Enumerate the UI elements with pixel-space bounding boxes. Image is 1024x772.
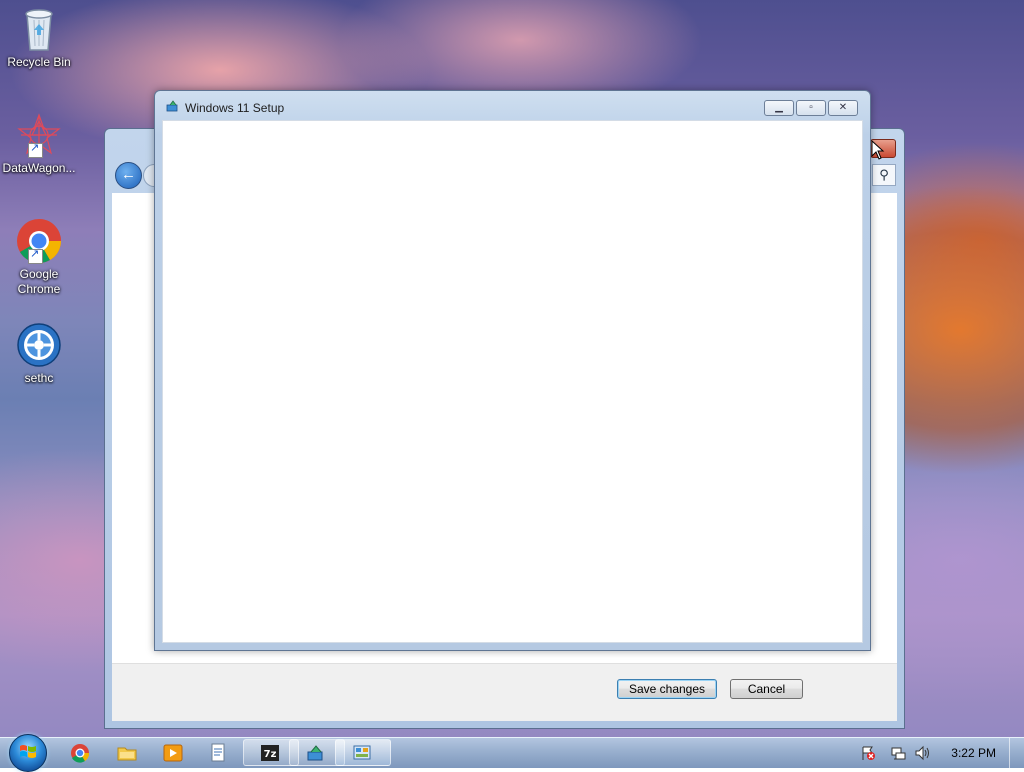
dialog-footer: Save changes Cancel <box>112 663 897 721</box>
volume-icon[interactable] <box>914 745 930 761</box>
setup-icon <box>166 100 180 112</box>
close-button[interactable]: ✕ <box>828 100 858 116</box>
action-center-flag-icon[interactable] <box>860 745 876 761</box>
chrome-icon <box>16 218 62 264</box>
window-title: Windows 11 Setup <box>185 101 285 115</box>
explorer-icon[interactable] <box>116 742 138 764</box>
taskbar: 7z 3:22 PM <box>0 734 1024 772</box>
recycle-bin-icon <box>19 6 59 52</box>
back-arrow-icon: ← <box>121 166 136 183</box>
setup-content-area <box>162 120 863 643</box>
start-button[interactable] <box>9 734 47 772</box>
sethc-icon <box>16 322 62 368</box>
back-button[interactable]: ← <box>115 162 142 189</box>
taskbar-button-control-panel[interactable] <box>335 739 391 766</box>
desktop-icon-datawagon[interactable]: DataWagon... <box>1 112 77 176</box>
desktop-icon-sethc[interactable]: sethc <box>1 322 77 386</box>
desktop-icon-chrome[interactable]: Google Chrome <box>1 218 77 297</box>
setup-window: Windows 11 Setup ▁ ▫ ✕ <box>154 90 871 651</box>
close-icon: ✕ <box>838 102 848 113</box>
search-icon: ⚲ <box>879 167 889 182</box>
show-desktop-button[interactable] <box>1009 738 1024 768</box>
setup-icon <box>307 745 323 761</box>
minimize-button[interactable]: ▁ <box>764 100 794 116</box>
7zip-icon: 7z <box>261 745 279 761</box>
windows-flag-icon <box>20 745 36 758</box>
search-button[interactable]: ⚲ <box>872 164 896 186</box>
desktop-icon-label: sethc <box>24 371 54 385</box>
notepad-icon[interactable] <box>207 742 229 764</box>
desktop-icon-label: DataWagon... <box>2 161 76 175</box>
control-panel-icon <box>353 745 371 760</box>
cancel-button[interactable]: Cancel <box>730 679 803 699</box>
maximize-icon: ▫ <box>809 102 813 113</box>
chrome-icon[interactable] <box>69 742 91 764</box>
maximize-button[interactable]: ▫ <box>796 100 826 116</box>
network-icon[interactable] <box>890 745 906 761</box>
desktop-icon-recycle-bin[interactable]: Recycle Bin <box>1 6 77 70</box>
mouse-cursor-icon <box>871 139 885 160</box>
minimize-icon: ▁ <box>775 102 783 113</box>
svg-text:7z: 7z <box>264 749 277 760</box>
save-changes-button[interactable]: Save changes <box>617 679 717 699</box>
desktop-icon-label: Recycle Bin <box>7 55 71 69</box>
desktop-icon-label: Google Chrome <box>17 267 61 296</box>
media-player-icon[interactable] <box>162 742 184 764</box>
datawagon-icon <box>16 112 62 158</box>
taskbar-clock[interactable]: 3:22 PM <box>951 746 996 760</box>
